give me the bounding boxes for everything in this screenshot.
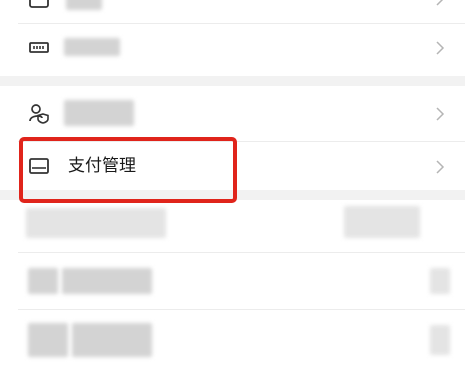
shop-icon (29, 42, 49, 53)
wallet-icon (29, 0, 49, 8)
chevron-right-icon (436, 41, 445, 55)
blurred-label (64, 38, 120, 56)
settings-group-3 (0, 200, 465, 366)
highlight-box (19, 137, 237, 203)
blurred-label (28, 323, 68, 357)
chevron-right-icon (436, 107, 445, 121)
blurred-value (344, 206, 420, 238)
blurred-label (28, 268, 58, 294)
blurred-label (62, 268, 152, 294)
chevron-right-icon (436, 0, 444, 6)
divider (18, 252, 465, 253)
divider (18, 309, 465, 310)
menu-item-blurred-1[interactable] (0, 200, 465, 251)
settings-group-1 (0, 0, 465, 76)
blurred-label (26, 208, 166, 238)
blurred-label (66, 0, 102, 10)
blurred-value (430, 268, 450, 294)
user-shield-icon (29, 104, 49, 124)
menu-item-blurred-3[interactable] (0, 315, 465, 366)
menu-item-account-security[interactable] (0, 88, 465, 139)
menu-item-shop[interactable] (0, 24, 465, 75)
blurred-value (430, 325, 450, 355)
menu-item-top-cutoff[interactable] (0, 0, 465, 25)
chevron-right-icon (436, 160, 445, 174)
blurred-label (64, 100, 134, 126)
menu-item-blurred-2[interactable] (0, 258, 465, 309)
blurred-label (72, 323, 152, 357)
